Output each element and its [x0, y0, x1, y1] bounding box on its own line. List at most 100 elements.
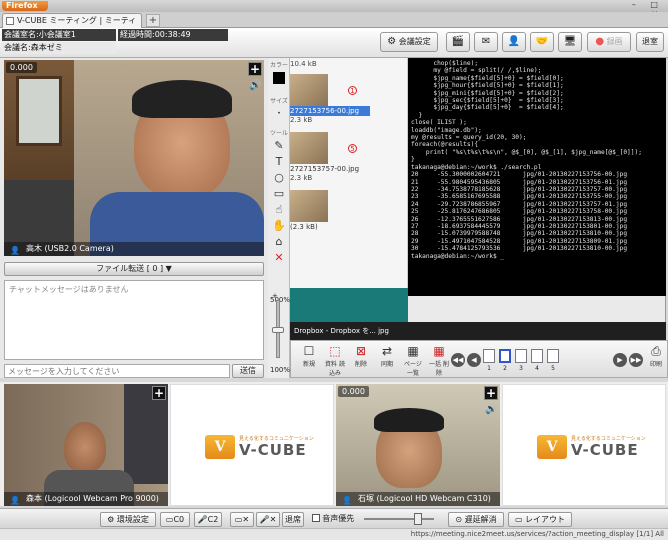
desktop-background — [290, 288, 408, 322]
sync-button[interactable]: ⇄ 同期 — [375, 343, 399, 375]
prev-page-button[interactable]: ◀ — [467, 353, 481, 367]
chevron-down-icon: ▼ — [165, 264, 172, 273]
mute-mic-button[interactable]: 🎤✕ — [256, 512, 280, 527]
terminal-line: $jpg_hour{$field[5]+0} = $field[1]; — [411, 82, 564, 90]
list-item[interactable]: 5 2727153757-00.jpg 2.3 kB — [290, 128, 408, 182]
file-transfer-bar[interactable]: ファイル転送 [ 0 ] ▼ — [4, 262, 264, 276]
meeting-settings-button[interactable]: ⚙ 会議設定 — [380, 32, 438, 52]
thumb-badge: 5 — [348, 144, 357, 153]
thumb-name: 2727153756-00.jpg — [290, 106, 370, 116]
terminal-line: loaddb("image.db"); — [411, 126, 482, 134]
color-header: カラー — [269, 62, 288, 69]
send-button[interactable]: 送信 — [232, 364, 264, 378]
terminal-line: 23 -35.6585167695588 jpg/01-201302271537… — [411, 193, 628, 201]
terminal-line: } — [411, 156, 415, 164]
terminal-line: 30 -15.4784125793536 jpg/01-201302271538… — [411, 245, 628, 253]
leave-seat-button[interactable]: 退席 — [282, 512, 304, 527]
sync-label: 同期 — [380, 361, 393, 368]
screen-share-button[interactable]: 🖥 — [558, 32, 582, 52]
participant-video[interactable]: 0.000 + 🔊 👤 石塚 (Logicool HD Webcam C310) — [336, 384, 500, 506]
eraser-icon[interactable]: ▭ — [270, 186, 288, 202]
new-button[interactable]: ☐ 新規 — [297, 343, 321, 375]
mic-button[interactable]: 🎤C2 — [194, 512, 222, 527]
page-thumb[interactable] — [547, 349, 559, 363]
user-icon: 👤 — [10, 246, 20, 255]
speaker-icon[interactable]: 🔊 — [249, 80, 261, 92]
exit-button[interactable]: 退室 — [636, 32, 664, 52]
firefox-menu-button[interactable]: Firefox — [2, 1, 48, 11]
first-page-button[interactable]: ◀◀ — [451, 353, 465, 367]
status-bar: https://meeting.nice2meet.us/services/?a… — [0, 528, 668, 540]
audio-priority-label: 音声優先 — [322, 514, 355, 523]
list-item[interactable]: (2.3 kB) — [290, 186, 408, 231]
sync-icon: ⇄ — [381, 344, 393, 358]
vcube-logo-icon: V — [205, 435, 235, 459]
hand-icon[interactable]: ✋ — [270, 218, 288, 234]
taskbar: Dropbox - Dropbox を... jpg — [290, 322, 666, 340]
main-video[interactable]: 0.000 + 🔊 👤 高木 (USB2.0 Camera) — [4, 60, 264, 256]
stamp-icon[interactable]: ⌂ — [270, 234, 288, 250]
print-button[interactable]: ⎙ 印刷 — [645, 343, 667, 375]
gear-icon: ⚙ — [387, 36, 397, 47]
size-dot-icon[interactable]: • — [270, 106, 288, 122]
expand-video-button[interactable]: + — [484, 386, 498, 400]
meeting-name: 会議名:森本ゼミ — [2, 42, 116, 54]
slider-thumb[interactable] — [414, 513, 422, 525]
expand-video-button[interactable]: + — [248, 62, 262, 76]
participant-video[interactable]: + 👤 森本 (Logicool Webcam Pro 9000) — [4, 384, 168, 506]
window-controls[interactable]: – □ × — [620, 0, 664, 18]
page-thumb[interactable] — [531, 349, 543, 363]
size-header: サイズ — [270, 98, 288, 105]
print-label: 印刷 — [649, 361, 662, 368]
meeting-settings-label: 会議設定 — [398, 37, 431, 46]
page-thumb[interactable] — [483, 349, 495, 363]
firefox-titlebar: Firefox – □ × — [0, 0, 668, 18]
audio-priority-toggle[interactable]: 音声優先 — [308, 512, 358, 527]
text-icon[interactable]: T — [270, 154, 288, 170]
terminal-line: $jpg_name{$field[5]+0} = $field[0]; — [411, 74, 564, 82]
bulk-delete-button[interactable]: ▦ 一括 削除 — [427, 343, 451, 377]
empty-video-slot: V 見える化するコミュニケーション V-CUBE — [170, 384, 334, 506]
next-page-button[interactable]: ▶ — [613, 353, 627, 367]
pencil-icon[interactable]: ✎ — [270, 138, 288, 154]
env-settings-label: 環境設定 — [116, 515, 149, 524]
volume-slider[interactable] — [364, 512, 434, 527]
chat-input[interactable] — [4, 364, 230, 378]
speaker-icon[interactable]: 🔊 — [485, 404, 497, 416]
circle-icon[interactable]: ○ — [270, 170, 288, 186]
participant-button[interactable]: 👤 — [502, 32, 526, 52]
load-document-button[interactable]: ⬚ 資料 読込み — [323, 343, 347, 377]
record-icon: ● — [595, 36, 605, 47]
clapper-button[interactable]: 🎬 — [446, 32, 470, 52]
page-thumb-current[interactable] — [499, 349, 511, 363]
handshake-button[interactable]: 🤝 — [530, 32, 554, 52]
list-item[interactable]: 10.4 kB 1 2727153756-00.jpg 2.3 kB — [290, 60, 408, 124]
checkbox[interactable] — [311, 514, 320, 522]
last-page-button[interactable]: ▶▶ — [629, 353, 643, 367]
person-face — [64, 422, 106, 472]
delete-icon[interactable]: ✕ — [270, 250, 288, 266]
page-number: 5 — [551, 365, 555, 372]
delay-release-button[interactable]: ⊙ 遅延解消 — [448, 512, 504, 527]
layout-button[interactable]: ▭ レイアウト — [508, 512, 572, 527]
camera-button[interactable]: ▭C0 — [160, 512, 190, 527]
mail-button[interactable]: ✉ — [474, 32, 498, 52]
page-thumb[interactable] — [515, 349, 527, 363]
vcube-logo-text: V-CUBE — [239, 441, 307, 459]
terminal-line: foreach(@results){ — [411, 141, 479, 149]
expand-video-button[interactable]: + — [152, 386, 166, 400]
mute-camera-button[interactable]: ▭✕ — [230, 512, 254, 527]
clapperboard-icon: 🎬 — [451, 36, 465, 47]
zoom-slider-thumb[interactable] — [272, 327, 284, 333]
page-list-button[interactable]: ▦ ページ 一覧 — [401, 343, 425, 377]
color-swatch[interactable] — [273, 72, 285, 84]
new-tab-button[interactable]: + — [146, 14, 160, 27]
delete-button[interactable]: ⊠ 削除 — [349, 343, 373, 375]
pointer-icon[interactable]: ☝ — [270, 202, 288, 218]
bulk-delete-label: 一括 削除 — [429, 361, 449, 377]
browser-tab[interactable]: V-CUBE ミーティング | ミーティング — [2, 13, 142, 39]
environment-settings-button[interactable]: ⚙ 環境設定 — [100, 512, 156, 527]
record-button[interactable]: ● 録画 — [587, 32, 631, 52]
vcube-logo-icon: V — [537, 435, 567, 459]
layout-label: レイアウト — [525, 515, 566, 524]
